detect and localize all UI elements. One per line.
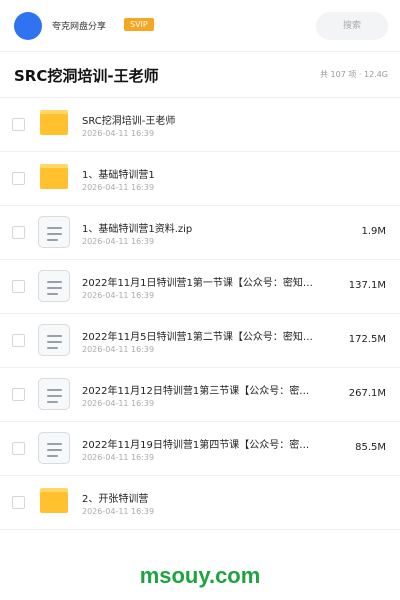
list-item[interactable]: 2、开张特训营 2026-04-11 16:39	[0, 476, 400, 530]
item-checkbox[interactable]	[12, 442, 25, 455]
list-item[interactable]: 2022年11月12日特训营1第三节课【公众号：密… 2026-04-11 16:…	[0, 368, 400, 422]
item-date: 2026-04-11 16:39	[82, 237, 155, 246]
search-input[interactable]: 搜索	[316, 12, 388, 40]
item-name: 2、开张特训营	[82, 494, 149, 505]
item-date: 2026-04-11 16:39	[82, 345, 155, 354]
share-name: 夸克网盘分享	[52, 22, 107, 32]
file-icon	[38, 432, 70, 464]
folder-icon	[40, 488, 68, 513]
item-name: 2022年11月1日特训营1第一节课【公众号：密知…	[82, 278, 313, 289]
file-icon	[38, 324, 70, 356]
list-item[interactable]: 2022年11月19日特训营1第四节课【公众号：密… 2026-04-11 16:…	[0, 422, 400, 476]
item-checkbox[interactable]	[12, 496, 25, 509]
item-size: 137.1M	[348, 280, 386, 291]
list-item[interactable]: 1、基础特训营1资料.zip 2026-04-11 16:39 1.9M	[0, 206, 400, 260]
folder-meta: 共 107 项 · 12.4G	[320, 70, 388, 79]
item-size: 1.9M	[361, 226, 386, 237]
item-name: 2022年11月12日特训营1第三节课【公众号：密…	[82, 386, 310, 397]
item-date: 2026-04-11 16:39	[82, 129, 155, 138]
page-title: SRC挖洞培训-王老师	[14, 67, 159, 85]
file-icon	[38, 378, 70, 410]
item-date: 2026-04-11 16:39	[82, 453, 155, 462]
item-checkbox[interactable]	[12, 226, 25, 239]
item-checkbox[interactable]	[12, 172, 25, 185]
watermark: msouy.com	[139, 563, 261, 588]
item-name: 2022年11月5日特训营1第二节课【公众号：密知…	[82, 332, 313, 343]
item-size: 267.1M	[348, 388, 386, 399]
item-size: 172.5M	[348, 334, 386, 345]
item-name: SRC挖洞培训-王老师	[82, 116, 176, 127]
item-name: 2022年11月19日特训营1第四节课【公众号：密…	[82, 440, 310, 451]
item-name: 1、基础特训营1资料.zip	[82, 224, 193, 235]
item-checkbox[interactable]	[12, 118, 25, 131]
page: 夸克网盘分享 SVIP 搜索 SRC挖洞培训-王老师 共 107 项 · 12.…	[0, 0, 400, 600]
item-checkbox[interactable]	[12, 280, 25, 293]
item-checkbox[interactable]	[12, 388, 25, 401]
list-item[interactable]: 1、基础特训营1 2026-04-11 16:39	[0, 152, 400, 206]
svip-badge: SVIP	[124, 18, 154, 31]
item-date: 2026-04-11 16:39	[82, 507, 155, 516]
file-icon	[38, 216, 70, 248]
item-date: 2026-04-11 16:39	[82, 399, 155, 408]
folder-icon	[40, 164, 68, 189]
item-name: 1、基础特训营1	[82, 170, 155, 181]
item-date: 2026-04-11 16:39	[82, 183, 155, 192]
file-icon	[38, 270, 70, 302]
item-size: 85.5M	[355, 442, 386, 453]
item-date: 2026-04-11 16:39	[82, 291, 155, 300]
list-item[interactable]: 2022年11月1日特训营1第一节课【公众号：密知… 2026-04-11 16:…	[0, 260, 400, 314]
file-list: SRC挖洞培训-王老师 2026-04-11 16:39 1、基础特训营1 2026-…	[0, 98, 400, 530]
folder-icon	[40, 110, 68, 135]
folder-header: SRC挖洞培训-王老师 共 107 项 · 12.4G	[0, 52, 400, 98]
list-item[interactable]: SRC挖洞培训-王老师 2026-04-11 16:39	[0, 98, 400, 152]
item-checkbox[interactable]	[12, 334, 25, 347]
avatar[interactable]	[14, 12, 42, 40]
list-item[interactable]: 2022年11月5日特训营1第二节课【公众号：密知… 2026-04-11 16:…	[0, 314, 400, 368]
top-bar: 夸克网盘分享 SVIP 搜索	[0, 0, 400, 52]
